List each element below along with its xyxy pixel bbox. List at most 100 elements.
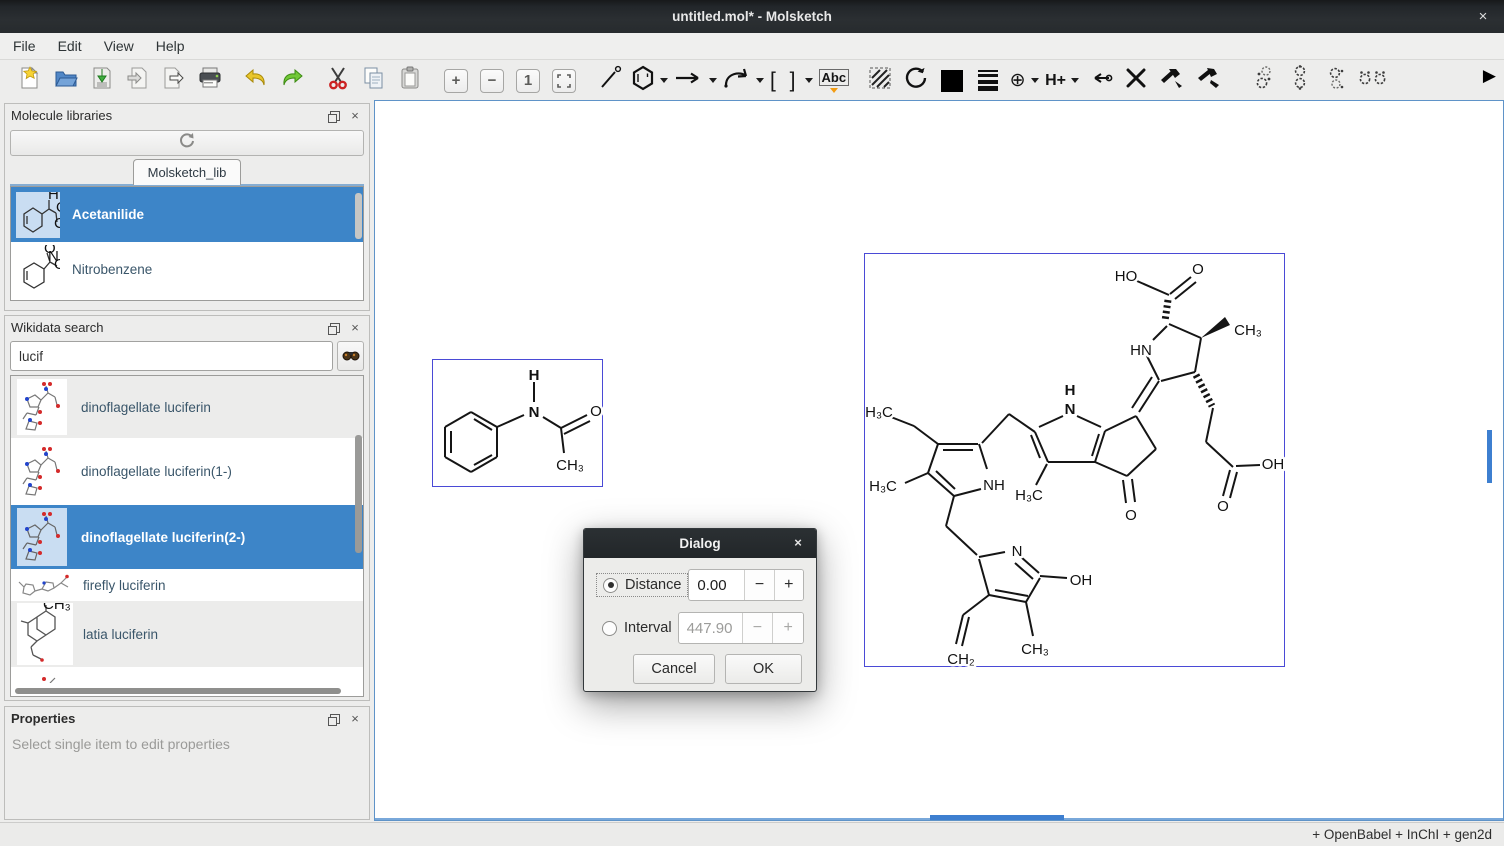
charge-tool[interactable]: ⊕: [1009, 66, 1039, 96]
new-file-button[interactable]: [15, 66, 45, 96]
mechanism-arrow-tool[interactable]: [723, 66, 764, 96]
molecule-tool-2[interactable]: [1285, 66, 1315, 96]
list-item-acetanilide[interactable]: HOCH₃ Acetanilide: [11, 187, 363, 242]
refresh-library-button[interactable]: [10, 130, 364, 156]
distance-radio[interactable]: [603, 578, 618, 593]
menu-file[interactable]: File: [2, 35, 47, 57]
molecule-tool-1[interactable]: [1249, 66, 1279, 96]
molecule-tool-3[interactable]: [1321, 66, 1351, 96]
properties-message: Select single item to edit properties: [5, 730, 369, 758]
wikidata-hscrollbar-thumb[interactable]: [15, 688, 341, 694]
toolbar-overflow-icon[interactable]: ▶: [1483, 66, 1496, 86]
import-file-button[interactable]: [123, 66, 153, 96]
cut-button[interactable]: [323, 66, 353, 96]
list-item-firefly-luciferin[interactable]: firefly luciferin: [11, 569, 363, 601]
drawing-canvas[interactable]: H N O CH₃: [374, 100, 1504, 821]
new-file-icon: [19, 66, 41, 95]
molecule-tool-4[interactable]: [1357, 66, 1389, 96]
hydrogen-tool[interactable]: H+: [1045, 66, 1079, 96]
arrow-tool-dropdown-icon[interactable]: [709, 78, 717, 83]
distance-radio-group[interactable]: Distance: [596, 573, 688, 597]
library-scrollbar-thumb[interactable]: [355, 193, 362, 239]
list-item-partial[interactable]: [11, 667, 363, 685]
redo-button[interactable]: [277, 66, 307, 96]
svg-text:OH: OH: [1262, 456, 1285, 473]
save-file-button[interactable]: [87, 66, 117, 96]
list-item-label: Nitrobenzene: [72, 262, 152, 277]
cancel-button[interactable]: Cancel: [633, 654, 715, 684]
list-item-dino-luciferin-2[interactable]: dinoflagellate luciferin(2-): [11, 505, 363, 569]
svg-text:H₃C: H₃C: [1015, 487, 1043, 504]
distance-value-input[interactable]: [689, 570, 744, 600]
wikidata-scrollbar-thumb[interactable]: [355, 435, 362, 553]
color-picker-button[interactable]: [937, 66, 967, 96]
list-item-dino-luciferin[interactable]: dinoflagellate luciferin: [11, 376, 363, 438]
charge-tool-dropdown-icon[interactable]: [1031, 78, 1039, 83]
interval-radio[interactable]: [602, 621, 617, 636]
ring-tool[interactable]: [631, 66, 668, 96]
line-width-button[interactable]: [973, 66, 1003, 96]
zoom-fit-button[interactable]: [549, 66, 579, 96]
distance-decrement-button[interactable]: −: [744, 570, 773, 600]
tab-molsketch-lib[interactable]: Molsketch_lib: [133, 159, 242, 185]
hammer-tool-2[interactable]: [1193, 66, 1223, 96]
export-file-button[interactable]: [159, 66, 189, 96]
zoom-in-button[interactable]: +: [441, 66, 471, 96]
text-tool[interactable]: Abc: [819, 66, 850, 96]
list-item-latia-luciferin[interactable]: CH₃ latia luciferin: [11, 601, 363, 667]
list-item-nitrobenzene[interactable]: ONOH Nitrobenzene: [11, 242, 363, 297]
svg-text:OH: OH: [54, 256, 60, 273]
menu-help[interactable]: Help: [145, 35, 196, 57]
window-close-icon[interactable]: ×: [1472, 6, 1494, 28]
close-panel-icon[interactable]: ×: [347, 711, 363, 727]
menu-edit[interactable]: Edit: [47, 35, 93, 57]
print-button[interactable]: [195, 66, 225, 96]
paste-button[interactable]: [395, 66, 425, 96]
electron-tool[interactable]: [1085, 66, 1115, 96]
molecule-luciferin[interactable]: HO O CH₃ HN H N H₃C H₃C NH H₃C O OH O N …: [864, 253, 1285, 667]
dialog-close-icon[interactable]: ×: [789, 534, 807, 552]
bracket-tool-dropdown-icon[interactable]: [805, 78, 813, 83]
wikidata-search-input[interactable]: [10, 341, 333, 371]
ring-tool-dropdown-icon[interactable]: [660, 78, 668, 83]
svg-text:O: O: [1192, 261, 1204, 278]
distance-spinbox: − +: [688, 569, 804, 601]
canvas-vscrollbar-thumb[interactable]: [1487, 430, 1492, 483]
rotate-tool[interactable]: [901, 66, 931, 96]
svg-text:CH₃: CH₃: [43, 603, 71, 613]
bracket-tool[interactable]: [ ]: [770, 66, 813, 96]
close-panel-icon[interactable]: ×: [347, 320, 363, 336]
molecule-acetanilide[interactable]: H N O CH₃: [432, 359, 603, 487]
draw-bond-tool[interactable]: [595, 66, 625, 96]
arrow-tool[interactable]: [674, 66, 717, 96]
selection-tool[interactable]: [865, 66, 895, 96]
float-panel-icon[interactable]: [325, 108, 341, 124]
undo-button[interactable]: [241, 66, 271, 96]
delete-x-icon: [1125, 67, 1147, 94]
list-item-dino-luciferin-1[interactable]: dinoflagellate luciferin(1-): [11, 438, 363, 505]
canvas-hscrollbar-thumb[interactable]: [930, 815, 1064, 820]
close-panel-icon[interactable]: ×: [347, 108, 363, 124]
hammer-tool-1[interactable]: [1157, 66, 1187, 96]
interval-increment-button[interactable]: +: [772, 613, 803, 643]
dialog-titlebar[interactable]: Dialog ×: [584, 529, 816, 558]
float-panel-icon[interactable]: [325, 711, 341, 727]
mechanism-arrow-dropdown-icon[interactable]: [756, 78, 764, 83]
interval-radio-group[interactable]: Interval: [596, 617, 678, 639]
delete-tool[interactable]: [1121, 66, 1151, 96]
menu-view[interactable]: View: [93, 35, 145, 57]
interval-value-input[interactable]: [679, 613, 742, 643]
zoom-fit-icon: [552, 69, 576, 93]
hydrogen-tool-dropdown-icon[interactable]: [1071, 78, 1079, 83]
float-panel-icon[interactable]: [325, 320, 341, 336]
svg-text:CH₂: CH₂: [947, 651, 975, 668]
copy-button[interactable]: [359, 66, 389, 96]
open-file-button[interactable]: [51, 66, 81, 96]
svg-text:HN: HN: [1130, 342, 1152, 359]
ok-button[interactable]: OK: [725, 654, 802, 684]
zoom-out-button[interactable]: −: [477, 66, 507, 96]
zoom-original-button[interactable]: 1: [513, 66, 543, 96]
distance-increment-button[interactable]: +: [774, 570, 803, 600]
search-button[interactable]: [337, 341, 364, 371]
interval-decrement-button[interactable]: −: [742, 613, 773, 643]
